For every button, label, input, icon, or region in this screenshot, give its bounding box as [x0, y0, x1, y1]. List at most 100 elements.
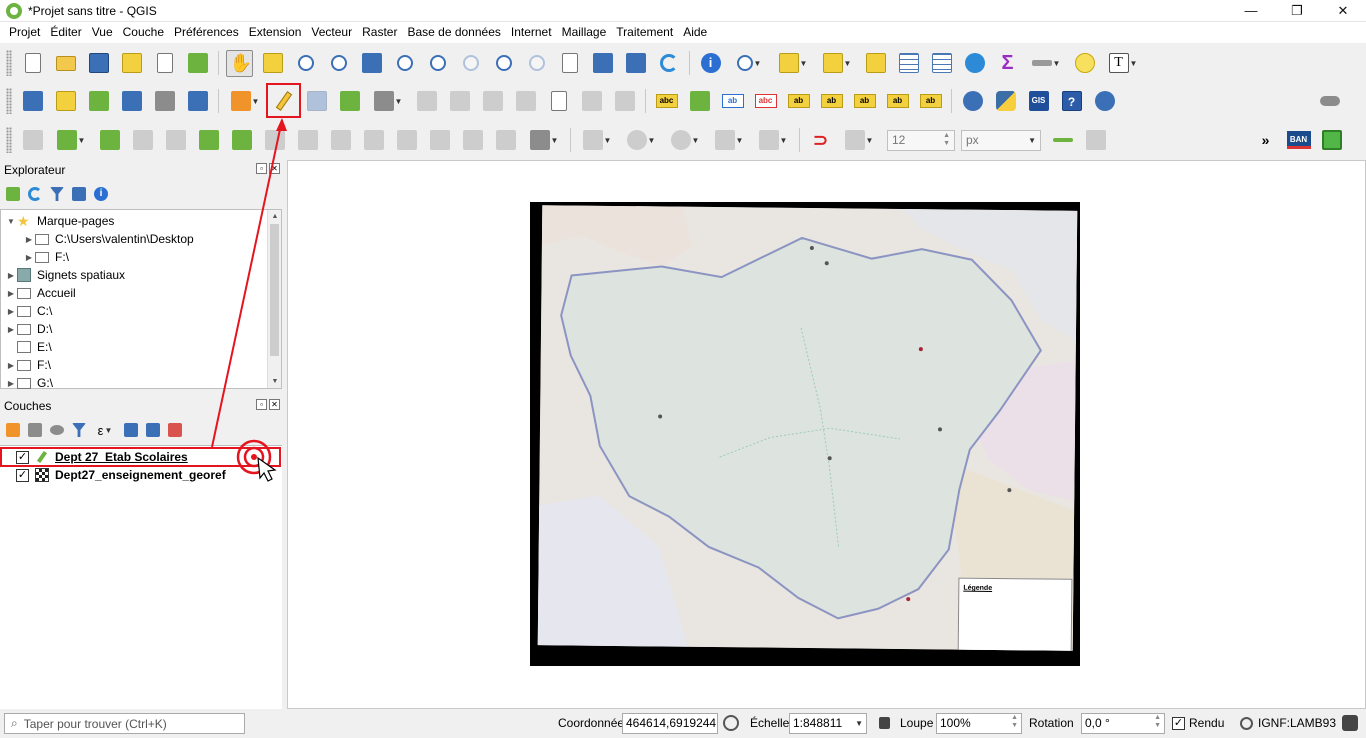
locator-search-input[interactable]: ⌕ Taper pour trouver (Ctrl+K): [4, 713, 245, 734]
delete-part-button[interactable]: [261, 127, 288, 154]
add-part-button[interactable]: [162, 127, 189, 154]
digitize-point-button[interactable]: [336, 88, 363, 115]
select-features-button[interactable]: ▼: [774, 50, 812, 77]
collapse-all-layers-button[interactable]: [145, 422, 161, 438]
add-group-button[interactable]: [27, 422, 43, 438]
toolbar-grip[interactable]: [6, 127, 12, 153]
georeferencer-button[interactable]: [1091, 88, 1118, 115]
zoom-layer-button[interactable]: [424, 50, 451, 77]
vertex-tool-button[interactable]: ▼: [369, 88, 407, 115]
ban-plugin-button[interactable]: BAN: [1285, 127, 1312, 154]
remove-layer-button[interactable]: [167, 422, 183, 438]
menu-base-de-donnees[interactable]: Base de données: [402, 22, 505, 43]
current-edits-button[interactable]: ▼: [226, 88, 264, 115]
menu-couche[interactable]: Couche: [118, 22, 169, 43]
more-tools-button[interactable]: »: [1252, 127, 1279, 154]
delete-ring-button[interactable]: [228, 127, 255, 154]
tree-item-accueil[interactable]: ▶ Accueil: [5, 284, 76, 302]
shape-digitize-button[interactable]: ▼: [578, 127, 616, 154]
locator-search-button[interactable]: [1318, 127, 1345, 154]
collapse-arrow-icon[interactable]: ▶: [23, 253, 35, 262]
filter-browser-button[interactable]: [49, 186, 65, 202]
identify-button[interactable]: i: [697, 50, 724, 77]
split-features-button[interactable]: [360, 127, 387, 154]
snap-tolerance-input[interactable]: 12 ▲ ▼: [887, 129, 955, 151]
tree-item-f[interactable]: ▶ F:\: [5, 356, 51, 374]
vertex-tool-all-layers-button[interactable]: ▼: [525, 127, 563, 154]
add-delimited-text-button[interactable]: [118, 88, 145, 115]
new-geopackage-layer-button[interactable]: [52, 88, 79, 115]
scrollbar-thumb[interactable]: [270, 224, 279, 356]
snap-intersection-button[interactable]: [1049, 127, 1076, 154]
menu-traitement[interactable]: Traitement: [611, 22, 678, 43]
enable-snapping-button[interactable]: ⊃: [807, 127, 834, 154]
redo-button[interactable]: [611, 88, 638, 115]
processing-toolbox-button[interactable]: [961, 50, 988, 77]
collapse-arrow-icon[interactable]: ▶: [5, 289, 17, 298]
save-layer-edits-button[interactable]: [303, 88, 330, 115]
collapse-arrow-icon[interactable]: ▶: [23, 235, 35, 244]
filter-expression-button[interactable]: ε ▼: [93, 422, 117, 438]
zoom-next-button[interactable]: [523, 50, 550, 77]
python-console-button[interactable]: [992, 88, 1019, 115]
offset-curve-button[interactable]: [327, 127, 354, 154]
gamepad-plugin-button[interactable]: [1316, 88, 1343, 115]
field-calculator-button[interactable]: [928, 50, 955, 77]
menu-maillage[interactable]: Maillage: [557, 22, 612, 43]
merge-features-button[interactable]: [426, 127, 453, 154]
filter-legend-button[interactable]: [71, 422, 87, 438]
float-panel-icon[interactable]: ▫: [256, 163, 267, 174]
ellipse-digitize-button[interactable]: ▼: [666, 127, 704, 154]
collapse-arrow-icon[interactable]: ▶: [5, 325, 17, 334]
float-panel-icon[interactable]: ▫: [256, 399, 267, 410]
delete-selected-button[interactable]: [446, 88, 473, 115]
close-panel-icon[interactable]: ✕: [269, 399, 280, 410]
pin-labels-button[interactable]: abc: [752, 88, 779, 115]
render-checkbox[interactable]: ✓: [1172, 717, 1185, 730]
data-source-manager-button[interactable]: [19, 88, 46, 115]
zoom-in-button[interactable]: [292, 50, 319, 77]
menu-aide[interactable]: Aide: [678, 22, 712, 43]
tree-item-c[interactable]: ▶ C:\: [5, 302, 52, 320]
zoom-last-button[interactable]: [490, 50, 517, 77]
highlight-pinned-labels-button[interactable]: ab: [719, 88, 746, 115]
run-feature-action-button[interactable]: ▼: [730, 50, 768, 77]
close-button[interactable]: ✕: [1320, 0, 1366, 22]
tree-item-e[interactable]: E:\: [5, 338, 52, 356]
add-vector-layer-button[interactable]: [85, 88, 112, 115]
rotate-label-button[interactable]: ab: [851, 88, 878, 115]
spin-arrows-icon[interactable]: ▲ ▼: [1154, 714, 1161, 733]
polygon-digitize-button[interactable]: ▼: [754, 127, 792, 154]
select-by-value-button[interactable]: ▼: [818, 50, 856, 77]
menu-preferences[interactable]: Préférences: [169, 22, 244, 43]
coordinate-toggle-icon[interactable]: [723, 715, 739, 731]
map-tips-button[interactable]: [1071, 50, 1098, 77]
refresh-browser-button[interactable]: [27, 186, 43, 202]
open-project-button[interactable]: [52, 50, 79, 77]
properties-button[interactable]: i: [93, 186, 109, 202]
rotate-point-symbols-button[interactable]: [492, 127, 519, 154]
reshape-features-button[interactable]: [294, 127, 321, 154]
modify-attributes-button[interactable]: [413, 88, 440, 115]
copy-features-button[interactable]: [512, 88, 539, 115]
rotate-feature-button[interactable]: [96, 127, 123, 154]
map-canvas[interactable]: Légende: [287, 160, 1366, 709]
rectangle-digitize-button[interactable]: ▼: [710, 127, 748, 154]
cut-features-button[interactable]: [479, 88, 506, 115]
add-virtual-layer-button[interactable]: [184, 88, 211, 115]
menu-vue[interactable]: Vue: [87, 22, 118, 43]
toolbar-grip[interactable]: [6, 50, 12, 76]
new-print-layout-button[interactable]: [118, 50, 145, 77]
menu-vecteur[interactable]: Vecteur: [306, 22, 357, 43]
zoom-selection-button[interactable]: [391, 50, 418, 77]
new-map-view-button[interactable]: [556, 50, 583, 77]
snap-unit-select[interactable]: px ▼: [961, 129, 1041, 151]
open-attribute-table-button[interactable]: [895, 50, 922, 77]
add-wms-layer-button[interactable]: [151, 88, 178, 115]
menu-raster[interactable]: Raster: [357, 22, 402, 43]
rotation-input[interactable]: 0,0 ° ▲ ▼: [1081, 713, 1165, 734]
deselect-all-button[interactable]: [862, 50, 889, 77]
diagram-options-button[interactable]: [686, 88, 713, 115]
help-button[interactable]: ?: [1058, 88, 1085, 115]
show-hide-labels-button[interactable]: ab: [785, 88, 812, 115]
